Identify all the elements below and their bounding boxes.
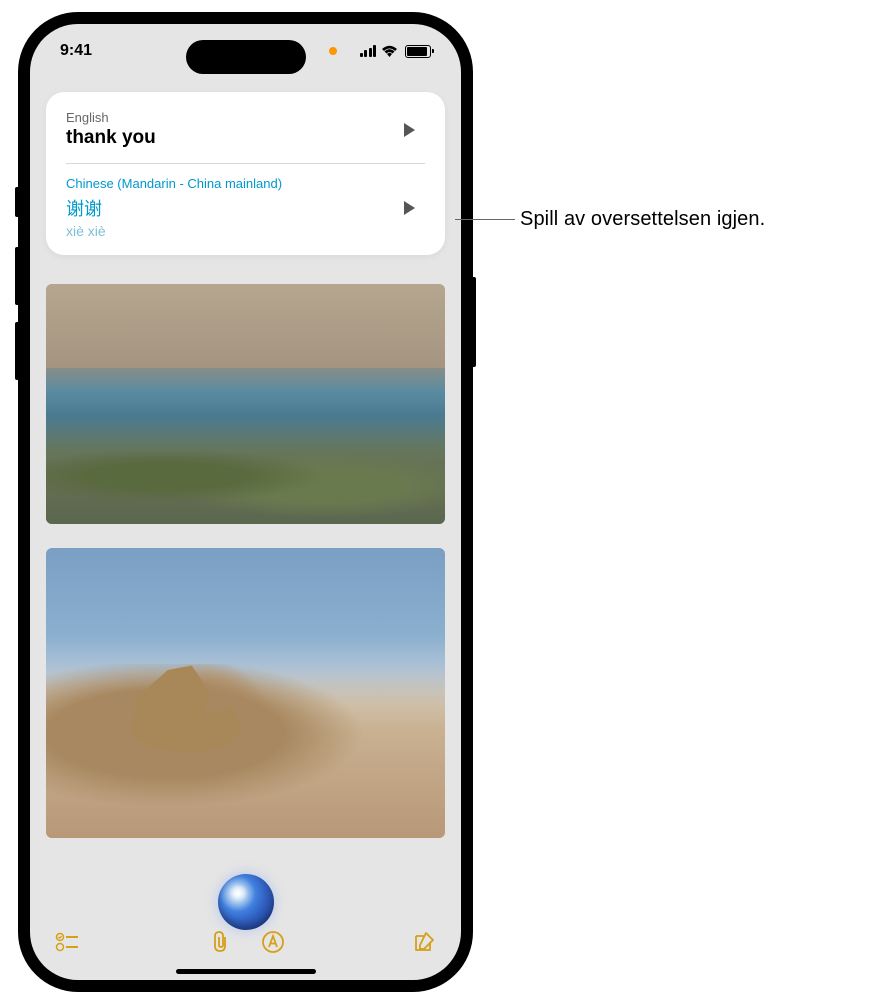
siri-orb[interactable] [218,874,274,930]
target-phrase: 谢谢 [66,195,393,221]
volume-up-button[interactable] [15,247,18,305]
play-source-button[interactable] [393,114,425,146]
mute-switch[interactable] [15,187,18,217]
source-phrase: thank you [66,127,393,149]
home-indicator[interactable] [176,969,316,974]
power-button[interactable] [473,277,476,367]
recording-indicator-icon [329,47,337,55]
status-time: 9:41 [60,42,92,60]
play-icon [404,123,415,137]
cellular-signal-icon [360,45,377,57]
phone-frame: 9:41 English thank you [18,12,473,992]
battery-icon [405,45,431,58]
play-icon [404,201,415,215]
dynamic-island[interactable] [186,40,306,74]
attachment-button[interactable] [209,930,231,954]
compose-button[interactable] [412,930,436,954]
note-content[interactable] [46,284,445,910]
checklist-button[interactable] [55,932,81,952]
markup-button[interactable] [261,930,285,954]
status-right [329,45,432,58]
photo-river[interactable] [46,284,445,524]
translation-card: English thank you Chinese (Mandarin - Ch… [46,92,445,255]
callout-line [455,219,515,220]
volume-down-button[interactable] [15,322,18,380]
wifi-icon [381,45,398,57]
photo-rock-arch[interactable] [46,548,445,838]
source-language-label: English [66,110,393,125]
target-language-label: Chinese (Mandarin - China mainland) [66,176,393,191]
source-section: English thank you [66,110,425,149]
callout-text: Spill av oversettelsen igjen. [520,208,765,231]
play-translation-button[interactable] [393,192,425,224]
card-divider [66,163,425,164]
screen: 9:41 English thank you [30,24,461,980]
target-transliteration: xiè xiè [66,223,393,239]
target-section: Chinese (Mandarin - China mainland) 谢谢 x… [66,176,425,239]
